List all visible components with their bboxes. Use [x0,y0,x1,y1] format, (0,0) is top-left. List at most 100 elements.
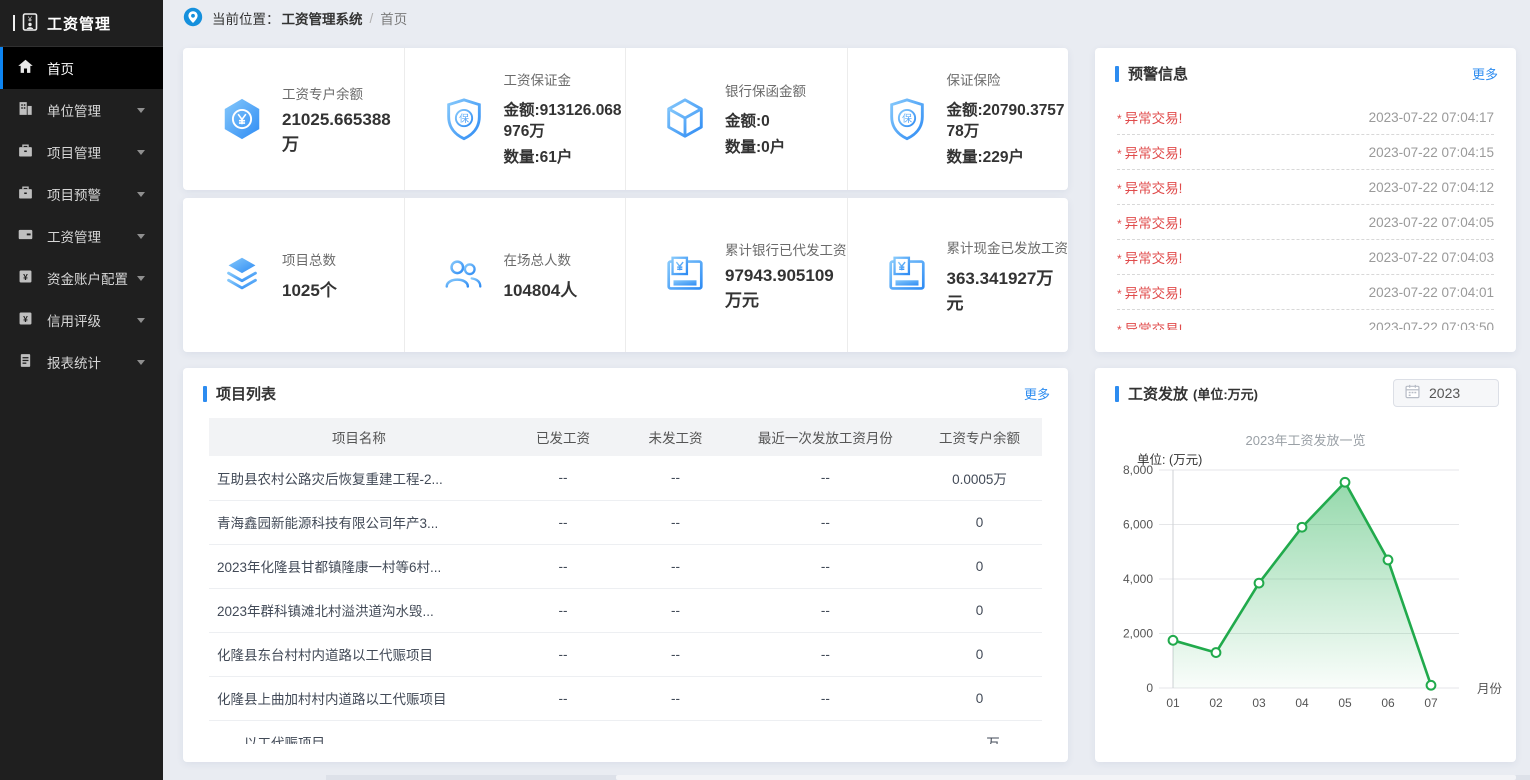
alert-item[interactable]: *异常交易!2023-07-22 07:04:01 [1117,275,1494,310]
svg-text:¥: ¥ [28,16,32,23]
wallet-icon [17,226,34,246]
table-row[interactable]: 2023年化隆县甘都镇隆康一村等6村...------0 [209,544,1042,588]
breadcrumb-current-link[interactable]: 首页 [380,8,407,28]
chevron-down-icon [137,276,145,281]
svg-text:保: 保 [458,112,468,125]
alert-star-icon: * [1117,252,1122,266]
salary-chart-panel: 工资发放 (单位:万元) 2023 2023年工资发放一览 单位: (万元) 月… [1095,368,1516,762]
alert-list: *异常交易!2023-07-22 07:04:17 *异常交易!2023-07-… [1117,100,1494,330]
shield-bao-icon: 保 [884,96,930,142]
table-row[interactable]: ……以工代赈项目…………万 [209,720,1042,744]
alert-star-icon: * [1117,147,1122,161]
alerts-panel: 预警信息 更多 *异常交易!2023-07-22 07:04:17 *异常交易!… [1095,48,1516,352]
sidebar-item-fund-account[interactable]: ¥ 资金账户配置 [0,257,163,299]
chevron-down-icon [137,234,145,239]
chevron-down-icon [137,318,145,323]
logo-divider [13,15,15,31]
alert-item[interactable]: *异常交易!2023-07-22 07:03:50 [1117,310,1494,330]
stat-row-1: 工资专户余额 21025.665388万 保 工资保证金 金额:913126.0… [183,48,1068,190]
chevron-down-icon [137,192,145,197]
stat-card-people-on-site: 在场总人数 104804人 [404,198,626,352]
alert-star-icon: * [1117,217,1122,231]
table-row[interactable]: 青海鑫园新能源科技有限公司年产3...------0 [209,500,1042,544]
svg-text:¥: ¥ [23,314,28,324]
home-icon [17,58,34,78]
alert-item[interactable]: *异常交易!2023-07-22 07:04:15 [1117,135,1494,170]
sidebar-item-home[interactable]: 首页 [0,47,163,89]
breadcrumb-root-link[interactable]: 工资管理系统 [282,8,363,28]
calendar-icon [1404,383,1421,403]
col-header-paid: 已发工资 [509,418,617,456]
salary-panel-unit: (单位:万元) [1193,384,1258,403]
svg-text:4,000: 4,000 [1123,572,1153,586]
alerts-more-link[interactable]: 更多 [1472,64,1498,83]
col-header-last-month: 最近一次发放工资月份 [734,418,917,456]
table-row[interactable]: 化隆县东台村村内道路以工代赈项目------0 [209,632,1042,676]
alert-item[interactable]: *异常交易!2023-07-22 07:04:05 [1117,205,1494,240]
main-content: 当前位置： 工资管理系统 / 首页 工资专户余额 21025.665388万 保… [163,0,1530,780]
svg-text:06: 06 [1381,696,1395,710]
location-pin-icon [183,7,203,30]
briefcase-icon [17,184,34,204]
alert-star-icon: * [1117,287,1122,301]
col-header-project-name: 项目名称 [209,418,509,456]
app-title: 工资管理 [47,13,111,34]
stat-card-salary-deposit: 保 工资保证金 金额:913126.068976万 数量:61户 [404,48,626,190]
yuan-box-icon: ¥ [17,268,34,288]
stat-card-cash-paid-total: 累计现金已发放工资 363.341927万元 [847,198,1069,352]
svg-text:03: 03 [1252,696,1266,710]
svg-text:2,000: 2,000 [1123,627,1153,641]
hexagon-yuan-icon [219,96,265,142]
alert-item[interactable]: *异常交易!2023-07-22 07:04:17 [1117,100,1494,135]
breadcrumb: 当前位置： 工资管理系统 / 首页 [183,7,407,29]
table-row[interactable]: 化隆县上曲加村村内道路以工代赈项目------0 [209,676,1042,720]
wallet-yuan-icon [884,252,930,298]
briefcase-icon [17,142,34,162]
svg-text:01: 01 [1166,696,1180,710]
chart-title: 2023年工资发放一览 [1095,430,1516,449]
sidebar: ¥ 工资管理 首页 单位管理 项目管理 项目预警 工资管理 ¥ 资金账户配置 ¥… [0,0,163,780]
sidebar-item-credit-rating[interactable]: ¥ 信用评级 [0,299,163,341]
stat-card-bank-paid-total: 累计银行已代发工资 97943.905109万元 [625,198,847,352]
col-header-unpaid: 未发工资 [617,418,734,456]
stat-card-project-total: 项目总数 1025个 [183,198,404,352]
svg-text:05: 05 [1338,696,1352,710]
alert-star-icon: * [1117,182,1122,196]
horizontal-scrollbar-thumb[interactable] [616,775,1516,780]
alerts-panel-title: 预警信息 [1115,63,1188,84]
alert-item[interactable]: *异常交易!2023-07-22 07:04:03 [1117,240,1494,275]
chevron-down-icon [137,108,145,113]
svg-text:07: 07 [1424,696,1438,710]
sidebar-item-unit-mgmt[interactable]: 单位管理 [0,89,163,131]
stat-row-2: 项目总数 1025个 在场总人数 104804人 累计银行已代发工资 97943… [183,198,1068,352]
sidebar-item-project-alert[interactable]: 项目预警 [0,173,163,215]
sidebar-item-report-stats[interactable]: 报表统计 [0,341,163,383]
sidebar-item-project-mgmt[interactable]: 项目管理 [0,131,163,173]
chevron-down-icon [137,150,145,155]
chevron-down-icon [137,360,145,365]
year-picker[interactable]: 2023 [1393,379,1499,407]
svg-text:¥: ¥ [23,272,28,282]
org-icon [17,100,34,120]
projects-panel-title: 项目列表 [203,383,276,404]
table-row[interactable]: 互助县农村公路灾后恢复重建工程-2...------0.0005万 [209,456,1042,500]
svg-text:保: 保 [901,112,911,125]
svg-text:0: 0 [1146,681,1153,695]
svg-text:02: 02 [1209,696,1223,710]
svg-text:6,000: 6,000 [1123,518,1153,532]
projects-table: 项目名称 已发工资 未发工资 最近一次发放工资月份 工资专户余额 互助县农村公路… [209,418,1042,744]
report-icon [17,352,34,372]
alert-star-icon: * [1117,112,1122,126]
stat-card-guarantee-insurance: 保 保证保险 金额:20790.375778万 数量:229户 [847,48,1069,190]
projects-more-link[interactable]: 更多 [1024,384,1050,403]
projects-panel: 项目列表 更多 项目名称 已发工资 未发工资 最近一次发放工资月份 工资专户余额… [183,368,1068,762]
wallet-yuan-icon [662,252,708,298]
stat-card-bank-guarantee: 银行保函金额 金额:0 数量:0户 [625,48,847,190]
sidebar-item-salary-mgmt[interactable]: 工资管理 [0,215,163,257]
alert-item[interactable]: *异常交易!2023-07-22 07:04:12 [1117,170,1494,205]
horizontal-scrollbar-track[interactable] [326,775,1530,780]
stat-card-salary-balance: 工资专户余额 21025.665388万 [183,48,404,190]
alert-star-icon: * [1117,323,1122,331]
table-row[interactable]: 2023年群科镇滩北村溢洪道沟水毁...------0 [209,588,1042,632]
layers-icon [219,252,265,298]
